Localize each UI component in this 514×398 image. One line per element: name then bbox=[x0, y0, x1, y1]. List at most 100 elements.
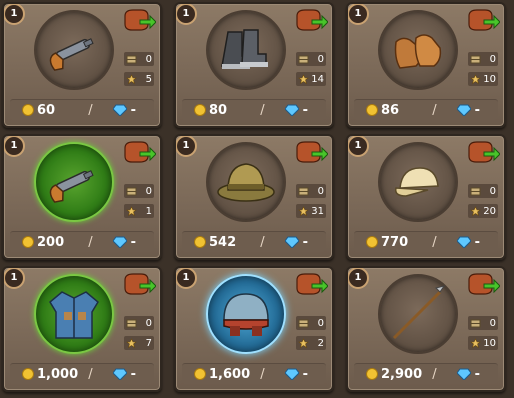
item-portrait[interactable] bbox=[206, 10, 286, 90]
move-to-bag-icon bbox=[124, 9, 157, 31]
item-portrait[interactable] bbox=[378, 274, 458, 354]
item-portrait[interactable] bbox=[378, 10, 458, 90]
price-bar[interactable]: 60 / - bbox=[10, 99, 154, 120]
power-icon bbox=[126, 337, 137, 348]
shop-item-card[interactable]: 1 0 5 60 / - bbox=[2, 2, 162, 128]
price-separator: / bbox=[88, 234, 93, 250]
jacket-icon bbox=[49, 291, 99, 339]
move-to-bag-button[interactable] bbox=[122, 8, 157, 32]
stock-value: 0 bbox=[317, 185, 324, 197]
shop-item-card[interactable]: 1 0 14 80 / - bbox=[174, 2, 334, 128]
power-icon bbox=[298, 73, 309, 84]
move-to-bag-button[interactable] bbox=[294, 140, 329, 164]
level-badge: 1 bbox=[176, 4, 197, 25]
move-to-bag-button[interactable] bbox=[122, 140, 157, 164]
item-portrait[interactable] bbox=[34, 274, 114, 354]
price-separator: / bbox=[260, 234, 265, 250]
shop-item-card[interactable]: 1 0 1 200 / - bbox=[2, 134, 162, 260]
gold-coin-icon bbox=[22, 104, 34, 116]
gem-price: - bbox=[474, 102, 480, 118]
pith-helmet-icon bbox=[217, 163, 275, 202]
stock-value: 0 bbox=[145, 185, 152, 197]
power-icon bbox=[470, 73, 481, 84]
power-stat: 31 bbox=[296, 204, 326, 218]
stock-value: 0 bbox=[145, 53, 152, 65]
gold-coin-icon bbox=[194, 104, 206, 116]
power-value: 10 bbox=[483, 73, 496, 85]
stock-stat: 0 bbox=[468, 184, 498, 198]
gold-coin-icon bbox=[22, 236, 34, 248]
gold-price: 770 bbox=[381, 234, 409, 250]
stock-value: 0 bbox=[317, 53, 324, 65]
move-to-bag-icon bbox=[296, 141, 329, 163]
price-bar[interactable]: 542 / - bbox=[182, 231, 326, 252]
item-portrait[interactable] bbox=[378, 142, 458, 222]
power-icon bbox=[470, 205, 481, 216]
gold-price: 86 bbox=[381, 102, 400, 118]
power-value: 10 bbox=[483, 337, 496, 349]
spear-icon bbox=[392, 285, 446, 340]
power-stat: 7 bbox=[124, 336, 154, 350]
gem-icon bbox=[456, 104, 471, 116]
item-portrait[interactable] bbox=[206, 142, 286, 222]
move-to-bag-button[interactable] bbox=[294, 272, 329, 296]
price-separator: / bbox=[260, 102, 265, 118]
move-to-bag-icon bbox=[468, 273, 501, 295]
shop-item-card[interactable]: 1 0 10 86 / - bbox=[346, 2, 506, 128]
crate-icon bbox=[470, 55, 481, 63]
level-badge: 1 bbox=[348, 268, 369, 289]
shop-item-card[interactable]: 1 0 31 542 / - bbox=[174, 134, 334, 260]
price-bar[interactable]: 200 / - bbox=[10, 231, 154, 252]
gem-icon bbox=[284, 368, 299, 380]
price-bar[interactable]: 1,000 / - bbox=[10, 363, 154, 384]
flintlock-pistol-icon bbox=[49, 38, 94, 71]
stock-value: 0 bbox=[489, 185, 496, 197]
move-to-bag-button[interactable] bbox=[122, 272, 157, 296]
price-bar[interactable]: 2,900 / - bbox=[354, 363, 498, 384]
flintlock-pistol-icon bbox=[49, 170, 94, 203]
item-portrait[interactable] bbox=[34, 10, 114, 90]
move-to-bag-icon bbox=[296, 273, 329, 295]
stock-value: 0 bbox=[317, 317, 324, 329]
crate-icon bbox=[126, 55, 137, 63]
gold-coin-icon bbox=[194, 236, 206, 248]
price-bar[interactable]: 80 / - bbox=[182, 99, 326, 120]
move-to-bag-button[interactable] bbox=[294, 8, 329, 32]
move-to-bag-button[interactable] bbox=[466, 8, 501, 32]
shop-item-card[interactable]: 1 0 2 1,600 / - bbox=[174, 266, 334, 392]
item-portrait[interactable] bbox=[34, 142, 114, 222]
price-separator: / bbox=[432, 102, 437, 118]
price-bar[interactable]: 86 / - bbox=[354, 99, 498, 120]
power-stat: 5 bbox=[124, 72, 154, 86]
power-stat: 20 bbox=[468, 204, 498, 218]
price-separator: / bbox=[260, 366, 265, 382]
level-badge: 1 bbox=[4, 268, 25, 289]
level-badge: 1 bbox=[176, 268, 197, 289]
shop-item-card[interactable]: 1 0 7 1,000 / - bbox=[2, 266, 162, 392]
gem-price: - bbox=[474, 234, 480, 250]
price-bar[interactable]: 770 / - bbox=[354, 231, 498, 252]
power-icon bbox=[470, 337, 481, 348]
crate-icon bbox=[298, 319, 309, 327]
move-to-bag-button[interactable] bbox=[466, 140, 501, 164]
power-value: 1 bbox=[145, 205, 152, 217]
item-portrait[interactable] bbox=[206, 274, 286, 354]
shop-item-card[interactable]: 1 0 20 770 / - bbox=[346, 134, 506, 260]
gem-icon bbox=[112, 104, 127, 116]
gold-price: 2,900 bbox=[381, 366, 423, 382]
move-to-bag-icon bbox=[468, 141, 501, 163]
stock-stat: 0 bbox=[296, 52, 326, 66]
move-to-bag-icon bbox=[296, 9, 329, 31]
gem-icon bbox=[112, 368, 127, 380]
move-to-bag-icon bbox=[468, 9, 501, 31]
crate-icon bbox=[470, 187, 481, 195]
move-to-bag-button[interactable] bbox=[466, 272, 501, 296]
power-icon bbox=[298, 205, 309, 216]
price-separator: / bbox=[432, 366, 437, 382]
gold-coin-icon bbox=[366, 368, 378, 380]
level-badge: 1 bbox=[348, 136, 369, 157]
price-bar[interactable]: 1,600 / - bbox=[182, 363, 326, 384]
stock-stat: 0 bbox=[124, 52, 154, 66]
shop-item-card[interactable]: 1 0 10 2,900 / - bbox=[346, 266, 506, 392]
stock-stat: 0 bbox=[124, 184, 154, 198]
